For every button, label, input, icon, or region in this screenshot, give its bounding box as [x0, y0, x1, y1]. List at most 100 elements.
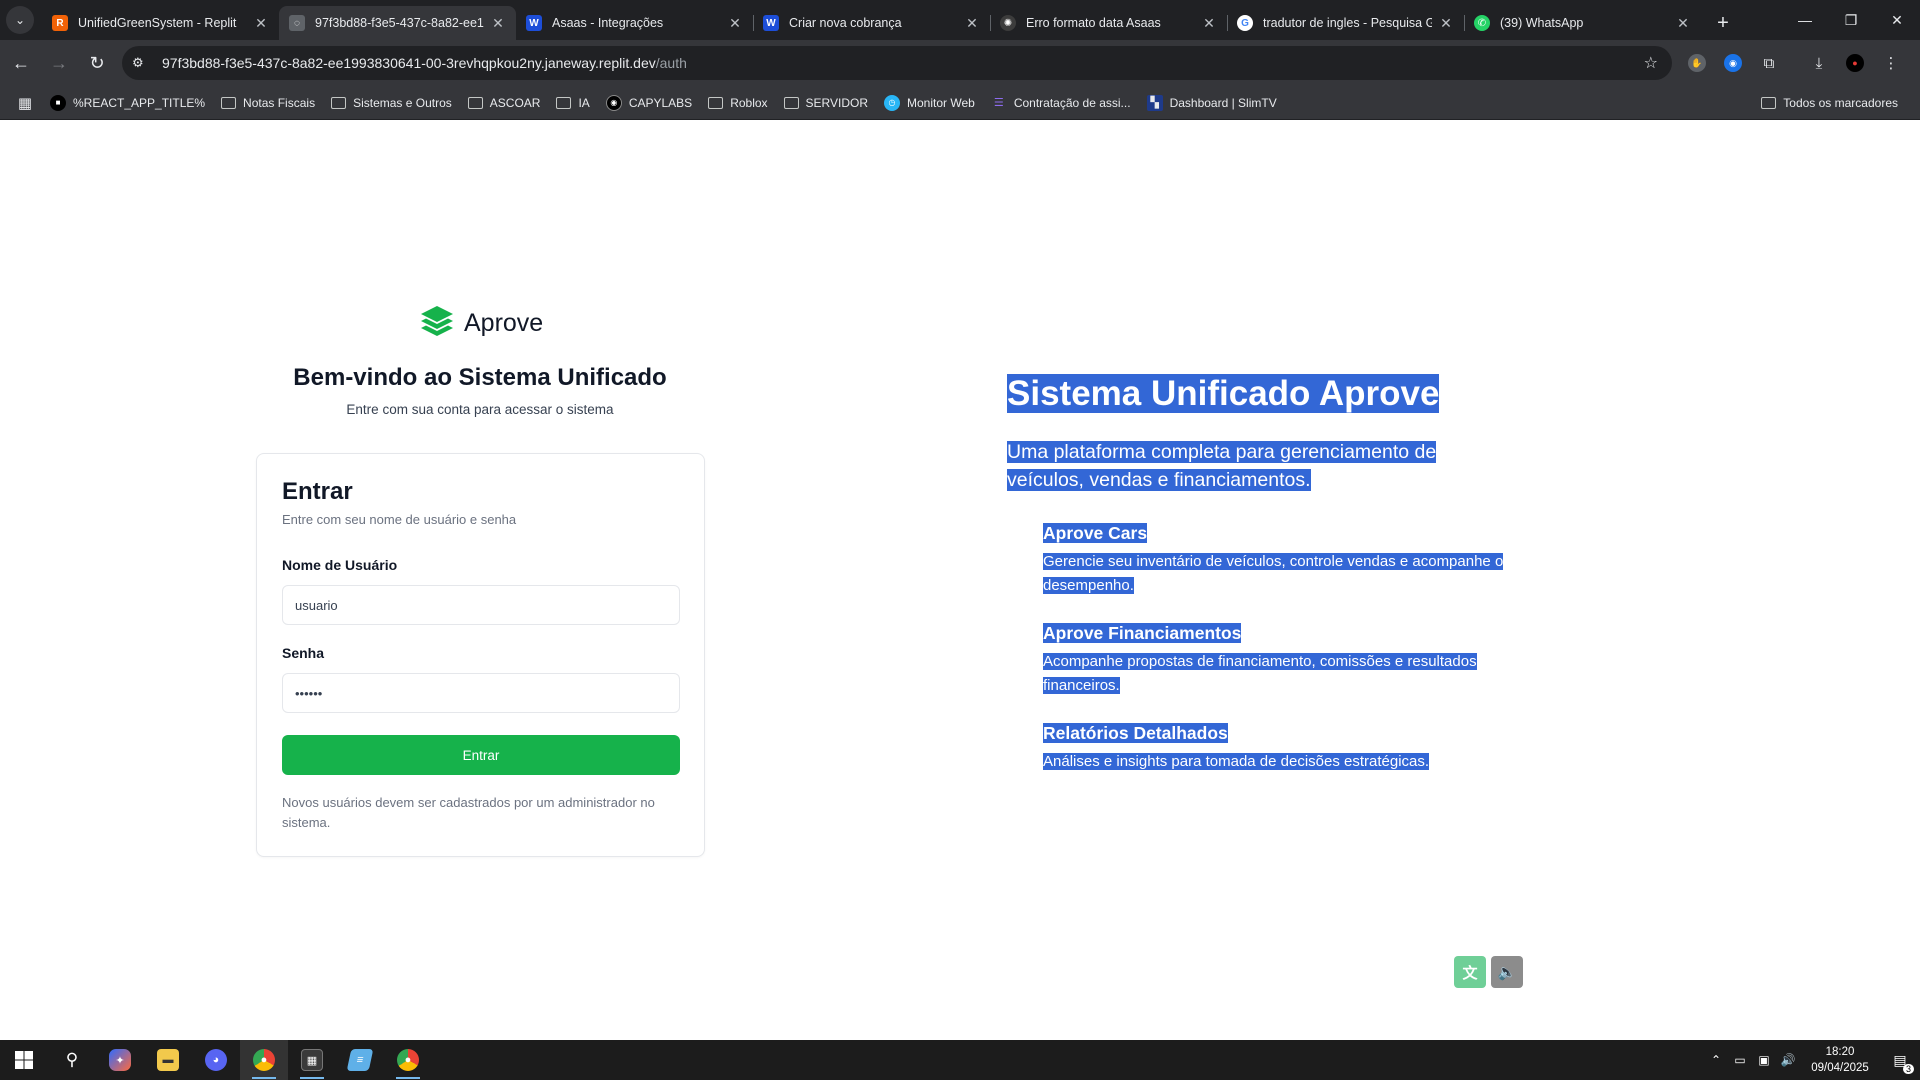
bookmark-label: Notas Fiscais [243, 95, 316, 110]
folder-icon [221, 96, 237, 109]
bookmark-react-app[interactable]: ■ %REACT_APP_TITLE% [42, 89, 213, 117]
search-icon[interactable]: ⚲ [48, 1040, 96, 1080]
close-window-icon[interactable]: ✕ [1874, 0, 1920, 40]
file-explorer-icon[interactable]: ▬ [144, 1040, 192, 1080]
restore-icon[interactable]: ❐ [1828, 0, 1874, 40]
forward-button[interactable]: → [42, 46, 76, 80]
brand-name: Aprove [464, 308, 544, 337]
bookmark-label: ASCOAR [489, 95, 541, 110]
notification-icon[interactable]: ▤ 3 [1880, 1052, 1920, 1074]
apps-grid-icon[interactable]: ▦ [8, 94, 42, 112]
notepad-icon[interactable]: ≡ [336, 1040, 384, 1080]
bookmark-label: Contratação de assi... [1013, 95, 1131, 110]
translate-icon[interactable]: 文 [1454, 956, 1486, 988]
chrome-profile-icon[interactable]: ● [384, 1040, 432, 1080]
speaker-icon[interactable]: 🔈 [1491, 956, 1523, 988]
tab-title: (39) WhatsApp [1500, 16, 1584, 30]
clock-date: 09/04/2025 [1811, 1062, 1869, 1074]
avatar[interactable]: ● [1838, 46, 1872, 80]
download-icon[interactable]: ⤓ [1802, 46, 1836, 80]
chatgpt-icon: ✺ [1000, 15, 1016, 31]
folder-icon [1761, 97, 1777, 109]
bookmark-star-icon[interactable]: ☆ [1644, 53, 1658, 73]
puzzle-icon[interactable]: ⧉ [1752, 46, 1786, 80]
hero-title: Sistema Unificado Aprove [1007, 374, 1440, 413]
page-content: Aprove Bem-vindo ao Sistema Unificado En… [0, 120, 1920, 1040]
calculator-icon[interactable]: ▦ [288, 1040, 336, 1080]
tab-asaas-integracoes[interactable]: W Asaas - Integrações ✕ [516, 6, 753, 40]
toolbar-extensions: ✋ ◉ ⧉ ⤓ ● ⋮ [1680, 46, 1910, 80]
feature-description: Gerencie seu inventário de veículos, con… [1043, 553, 1504, 594]
tab-title: 97f3bd88-f3e5-437c-8a82-ee19 [315, 16, 484, 30]
close-icon[interactable]: ✕ [253, 15, 269, 32]
copilot-icon[interactable]: ✦ [96, 1040, 144, 1080]
bookmarks-bar: ▦ ■ %REACT_APP_TITLE% Notas Fiscais Siste… [0, 86, 1920, 120]
bookmark-contratacao[interactable]: ☰ Contratação de assi... [983, 89, 1139, 117]
taskbar: ⚲ ✦ ▬ ◕ ● ▦ ≡ ● ⌃ ▭ ▣ 🔊 18:20 09/04/2025… [0, 1040, 1920, 1080]
site-info-icon[interactable]: ⚙ [132, 55, 156, 71]
bookmark-sistemas-outros[interactable]: Sistemas e Outros [323, 89, 460, 117]
notification-count: 3 [1902, 1063, 1914, 1074]
bookmark-all[interactable]: Todos os marcadores [1753, 89, 1906, 117]
minimize-icon[interactable]: — [1782, 0, 1828, 40]
bookmark-label: IA [578, 95, 590, 110]
folder-icon [708, 96, 724, 109]
menu-icon[interactable]: ⋮ [1874, 46, 1908, 80]
feature-description: Análises e insights para tomada de decis… [1043, 753, 1430, 770]
close-icon[interactable]: ✕ [490, 15, 506, 32]
google-icon: G [1237, 15, 1253, 31]
bookmark-label: Roblox [730, 95, 768, 110]
selection-tools: 文 🔈 [1454, 956, 1528, 988]
password-input[interactable] [282, 673, 680, 713]
bookmark-servidor[interactable]: SERVIDOR [776, 89, 876, 117]
tab-replit[interactable]: R UnifiedGreenSystem - Replit ✕ [42, 6, 279, 40]
extension-icon[interactable]: ◉ [1716, 46, 1750, 80]
tab-search-icon[interactable]: ⌄ [6, 6, 34, 34]
bookmark-ascoar[interactable]: ASCOAR [460, 89, 549, 117]
tab-current-app[interactable]: ◌ 97f3bd88-f3e5-437c-8a82-ee19 ✕ [279, 6, 516, 40]
bookmark-monitor-web[interactable]: ◷ Monitor Web [876, 89, 983, 117]
bookmark-capylabs[interactable]: ◉ CAPYLABS [598, 89, 700, 117]
address-bar[interactable]: ⚙ 97f3bd88-f3e5-437c-8a82-ee1993830641-0… [122, 46, 1672, 80]
volume-icon[interactable]: 🔊 [1776, 1053, 1800, 1067]
tab-google-search[interactable]: G tradutor de ingles - Pesquisa G ✕ [1227, 6, 1464, 40]
capylabs-icon: ◉ [605, 94, 622, 111]
page-title: Bem-vindo ao Sistema Unificado [293, 364, 667, 391]
login-button[interactable]: Entrar [282, 735, 680, 775]
tab-criar-cobranca[interactable]: W Criar nova cobrança ✕ [753, 6, 990, 40]
chevron-up-icon[interactable]: ⌃ [1704, 1053, 1728, 1067]
close-icon[interactable]: ✕ [1675, 15, 1691, 32]
close-icon[interactable]: ✕ [1201, 15, 1217, 32]
bookmark-slimtv[interactable]: ▚ Dashboard | SlimTV [1139, 89, 1285, 117]
bookmark-roblox[interactable]: Roblox [700, 89, 775, 117]
monitor-icon: ◷ [884, 94, 901, 111]
url-text[interactable]: 97f3bd88-f3e5-437c-8a82-ee1993830641-00-… [162, 55, 687, 71]
login-card: Entrar Entre com seu nome de usuário e s… [256, 453, 705, 857]
tab-list: R UnifiedGreenSystem - Replit ✕ ◌ 97f3bd… [42, 6, 1701, 40]
bookmark-label: Dashboard | SlimTV [1169, 95, 1277, 110]
tab-erro-formato[interactable]: ✺ Erro formato data Asaas ✕ [990, 6, 1227, 40]
discord-icon[interactable]: ◕ [192, 1040, 240, 1080]
reload-button[interactable]: ↻ [80, 46, 114, 80]
globe-icon: ◌ [289, 15, 305, 31]
display-icon[interactable]: ▣ [1752, 1053, 1776, 1067]
close-icon[interactable]: ✕ [1438, 15, 1454, 32]
tab-title: UnifiedGreenSystem - Replit [78, 16, 237, 30]
feature-list: Aprove Cars Gerencie seu inventário de v… [1043, 520, 1527, 774]
close-icon[interactable]: ✕ [727, 15, 743, 32]
signup-note: Novos usuários devem ser cadastrados por… [282, 795, 655, 830]
bookmark-notas-fiscais[interactable]: Notas Fiscais [213, 89, 323, 117]
tab-whatsapp[interactable]: ✆ (39) WhatsApp ✕ [1464, 6, 1701, 40]
username-input[interactable] [282, 585, 680, 625]
clock[interactable]: 18:20 09/04/2025 [1800, 1044, 1880, 1076]
close-icon[interactable]: ✕ [964, 15, 980, 32]
chrome-icon[interactable]: ● [240, 1040, 288, 1080]
new-tab-button[interactable]: + [1709, 9, 1737, 37]
extension-icon[interactable]: ✋ [1680, 46, 1714, 80]
bookmark-label: Monitor Web [907, 95, 975, 110]
bookmark-ia[interactable]: IA [548, 89, 597, 117]
back-button[interactable]: ← [4, 46, 38, 80]
network-icon[interactable]: ▭ [1728, 1053, 1752, 1067]
windows-start-icon[interactable] [0, 1040, 48, 1080]
password-label: Senha [282, 645, 325, 661]
